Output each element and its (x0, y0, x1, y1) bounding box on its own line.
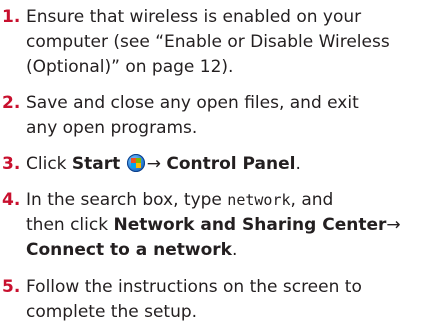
step-number: 1. (2, 7, 21, 27)
connect-network-label: Connect to a network (26, 240, 232, 260)
step-text-plain: then click (26, 215, 109, 235)
windows-start-orb-icon (126, 154, 145, 172)
step-line: In the search box, type network, and (26, 188, 441, 213)
step-text-plain: , and (290, 190, 334, 210)
menu-arrow: → (146, 154, 161, 174)
network-sharing-center-label: Network and Sharing Center (113, 215, 387, 235)
step-line: Connect to a network. (26, 238, 441, 263)
control-panel-label: Control Panel (166, 154, 296, 174)
step-line: then click Network and Sharing Center→ (26, 213, 441, 238)
menu-arrow: → (386, 215, 401, 235)
step-line: complete the setup. (26, 302, 198, 322)
step-text: In the search box, type network, and the… (26, 188, 441, 263)
step-text-plain: . (295, 154, 301, 174)
typed-term: network (227, 191, 291, 209)
step-text-plain: Click (26, 154, 67, 174)
step-text: Save and close any open files, and exit … (26, 91, 441, 141)
step-line: any open programs. (26, 118, 198, 138)
step-number: 2. (2, 93, 21, 113)
step-text-plain: In the search box, type (26, 190, 222, 210)
step-text-plain: . (231, 240, 238, 260)
step-text: Follow the instructions on the screen to… (26, 275, 441, 325)
step-line: Save and close any open files, and exit (26, 93, 359, 113)
step-number: 5. (2, 277, 21, 297)
step-text: Click Start → Control Panel. (26, 152, 441, 177)
step-text: Ensure that wireless is enabled on your … (26, 5, 441, 80)
start-menu-label: Start (71, 154, 121, 174)
step-number: 4. (2, 190, 21, 210)
step-line: Ensure that wireless is enabled on your (26, 7, 362, 27)
step-line: computer (see “Enable or Disable Wireles… (26, 32, 390, 52)
step-line: (Optional)” on page 12). (26, 57, 234, 77)
step-line: Follow the instructions on the screen to (26, 277, 362, 297)
step-number: 3. (2, 154, 21, 174)
